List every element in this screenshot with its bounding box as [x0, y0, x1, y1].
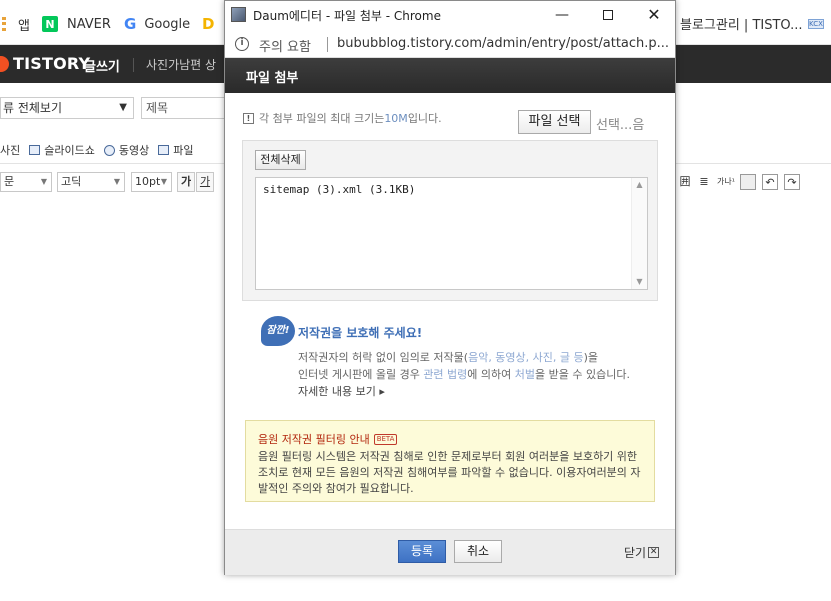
title-input[interactable]: 제목 [141, 97, 231, 119]
close-icon: ✕ [648, 547, 660, 558]
music-filter-text: 음원 필터링 시스템은 저작권 침해로 인한 문제로부터 회원 여러분을 보호하… [258, 450, 641, 495]
popup-footer: 등록 취소 닫기 ✕ [225, 529, 675, 575]
caution-badge-icon: 잠깐! [261, 316, 295, 346]
bold-button[interactable]: 가 [177, 172, 195, 192]
paragraph-select[interactable]: 문 ▼ [0, 172, 52, 192]
underline-button[interactable]: 가 [196, 172, 214, 192]
cancel-button[interactable]: 취소 [454, 540, 502, 563]
chevron-down-icon: ▼ [40, 177, 47, 186]
scroll-down-icon[interactable]: ▼ [632, 275, 647, 289]
chevron-down-icon: ▼ [119, 102, 127, 113]
register-button[interactable]: 등록 [398, 540, 446, 563]
list-icon[interactable]: ≣ [697, 174, 711, 190]
naver-icon: N [42, 16, 58, 32]
file-icon [158, 145, 170, 155]
google-icon: G [124, 15, 137, 33]
tistory-blog-name[interactable]: 사진가남편 상 [146, 56, 216, 73]
undo-icon[interactable]: ↶ [762, 174, 778, 190]
info-icon[interactable]: i [235, 37, 249, 51]
chevron-down-icon: ▼ [160, 177, 167, 186]
tistory-logo-icon [0, 55, 9, 72]
more-details-link[interactable]: 자세한 내용 보기 ▸ [298, 383, 385, 399]
divider [133, 58, 134, 72]
file-select-status: 선택...음 [596, 118, 645, 133]
chevron-down-icon: ▼ [113, 177, 120, 186]
minimize-button[interactable]: — [547, 5, 577, 25]
list-item[interactable]: sitemap (3).xml (3.1KB) [263, 183, 415, 196]
daum-icon: D [202, 15, 215, 33]
copyright-line-2: 인터넷 게시판에 올릴 경우 관련 법령에 의하여 처벌을 받을 수 있습니다. [298, 368, 630, 381]
beta-badge: BETA [373, 433, 398, 445]
attach-toolbar: 사진 슬라이드쇼 동영상 파일 [0, 140, 202, 160]
bookmark-naver-label: NAVER [67, 16, 111, 32]
window-titlebar: Daum에디터 - 파일 첨부 - Chrome — ✕ [225, 1, 675, 30]
bookmark-google[interactable]: G Google [124, 14, 190, 34]
save-icon[interactable] [740, 174, 756, 190]
attach-file[interactable]: 파일 [158, 142, 193, 158]
copyright-title: 저작권을 보호해 주세요! [298, 326, 423, 340]
attach-video[interactable]: 동영상 [103, 142, 149, 158]
scrollbar[interactable]: ▲ ▼ [631, 178, 647, 289]
address-bar[interactable]: i 주의 요함 bububblog.tistory.com/admin/entr… [225, 30, 675, 58]
divider [327, 37, 328, 52]
music-filter-notice: 음원 저작권 필터링 안내 BETA 음원 필터링 시스템은 저작권 침해로 인… [245, 420, 655, 502]
window-title: Daum에디터 - 파일 첨부 - Chrome [253, 9, 441, 23]
video-icon [103, 144, 115, 156]
maximize-button[interactable] [593, 5, 623, 25]
special-char-icon[interactable]: 가나¹ [715, 174, 737, 190]
bookmark-google-label: Google [144, 16, 191, 32]
popup-title: 파일 첨부 [246, 71, 299, 86]
music-filter-title: 음원 저작권 필터링 안내 BETA [258, 431, 398, 447]
window-close-button[interactable]: ✕ [639, 5, 669, 25]
close-button[interactable]: 닫기 ✕ [624, 544, 660, 561]
copyright-notice: 잠깐! 저작권을 보호해 주세요! 저작권자의 허락 없이 임의로 저작물(음악… [261, 316, 651, 406]
bookmark-extra-icon[interactable]: KCX [808, 19, 824, 29]
daum-editor-icon [231, 7, 246, 22]
tistory-logo[interactable]: TISTORY [0, 54, 90, 73]
exclamation-icon: ! [243, 112, 254, 124]
file-list[interactable]: sitemap (3).xml (3.1KB) ▲ ▼ [255, 177, 648, 290]
file-select-button[interactable]: 파일 선택 [518, 110, 591, 134]
tistory-write-label: 글쓰기 [84, 60, 120, 75]
font-size-select[interactable]: 10pt ▼ [131, 172, 172, 192]
scroll-up-icon[interactable]: ▲ [632, 178, 647, 192]
url-text: bububblog.tistory.com/admin/entry/post/a… [337, 36, 670, 51]
popup-header: 파일 첨부 [225, 58, 675, 93]
bookmark-naver[interactable]: N NAVER [42, 14, 111, 34]
table-icon[interactable]: 囲 [678, 174, 692, 190]
maximize-icon [603, 10, 613, 20]
file-panel: 전체삭제 sitemap (3).xml (3.1KB) ▲ ▼ [242, 140, 658, 301]
font-family-select[interactable]: 고딕 ▼ [57, 172, 125, 192]
bookmark-apps[interactable]: 앱 [2, 14, 30, 34]
security-warning: 주의 요함 [259, 40, 311, 55]
copyright-line-1: 저작권자의 허락 없이 임의로 저작물(음악, 동영상, 사진, 글 등)을 [298, 351, 599, 364]
redo-icon[interactable]: ↷ [784, 174, 800, 190]
apps-grid-icon [2, 17, 10, 31]
attach-slideshow[interactable]: 슬라이드쇼 [29, 142, 95, 158]
file-size-limit-notice: ! 각 첨부 파일의 최대 크기는 10M 입니다. [243, 110, 442, 126]
file-attach-popup: Daum에디터 - 파일 첨부 - Chrome — ✕ i 주의 요함 bub… [224, 0, 676, 575]
attach-photo[interactable]: 사진 [0, 142, 20, 158]
bookmark-daum[interactable]: D [202, 14, 214, 34]
bookmark-blog-admin[interactable]: 블로그관리 | TISTO... [680, 14, 803, 33]
slideshow-icon [29, 145, 41, 155]
delete-all-button[interactable]: 전체삭제 [255, 150, 306, 170]
category-select[interactable]: 류 전체보기 ▼ [0, 97, 134, 119]
bookmark-apps-label: 앱 [18, 18, 30, 34]
